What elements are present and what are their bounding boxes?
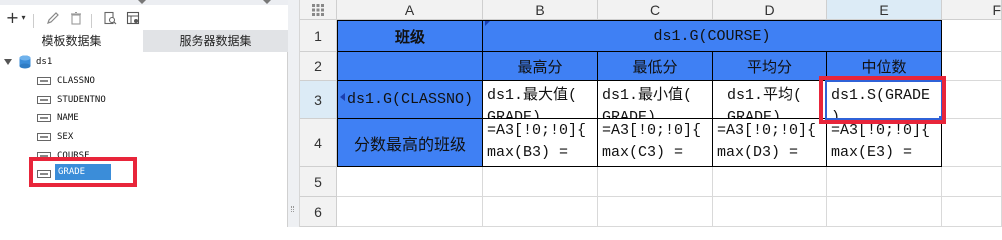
- cell-a1[interactable]: 班级: [338, 21, 483, 52]
- database-icon: [19, 55, 31, 69]
- select-all-corner[interactable]: [300, 0, 337, 20]
- dataset-node-label[interactable]: ds1: [36, 54, 52, 70]
- field-item-classno[interactable]: CLASSNO: [57, 73, 95, 89]
- cell-f3[interactable]: [942, 81, 1002, 119]
- cell-b6[interactable]: [483, 197, 598, 227]
- field-icon: [37, 114, 51, 122]
- cell-f2[interactable]: [942, 52, 1002, 81]
- cell-d5[interactable]: [713, 167, 827, 197]
- toolbar-divider: [91, 14, 92, 28]
- cell-f4[interactable]: [942, 119, 1002, 167]
- cell-b2[interactable]: 最高分: [483, 52, 598, 81]
- cell-a5[interactable]: [337, 167, 483, 197]
- tab-server-dataset[interactable]: 服务器数据集: [143, 30, 288, 52]
- grip-icon: [291, 206, 294, 212]
- column-header-e[interactable]: E: [827, 0, 942, 20]
- row-header-3[interactable]: 3: [300, 81, 337, 119]
- tab-template-dataset[interactable]: 模板数据集: [0, 30, 144, 52]
- collapse-arrow-icon[interactable]: [138, 0, 146, 4]
- cell-b4[interactable]: =A3[!0;!0]{ max(B3) =: [483, 119, 598, 167]
- cell-b5[interactable]: [483, 167, 598, 197]
- cell-c2[interactable]: 最低分: [598, 52, 713, 81]
- dataset-settings-icon[interactable]: [124, 9, 141, 26]
- expand-arrow-icon[interactable]: [4, 59, 12, 65]
- dataset-toolbar: + ▾: [0, 5, 288, 30]
- cell-f6[interactable]: [942, 197, 1002, 227]
- cell-f5[interactable]: [942, 167, 1002, 197]
- cell-d6[interactable]: [713, 197, 827, 227]
- row-header-5[interactable]: 5: [300, 167, 337, 197]
- dataset-panel: + ▾ 模板数据集 服务器数据集 ds1 CLASSNO STUDENTNO N…: [0, 0, 288, 227]
- cell-c4[interactable]: =A3[!0;!0]{ max(C3) =: [598, 119, 713, 167]
- cell-a6[interactable]: [337, 197, 483, 227]
- toolbar-divider: [33, 14, 34, 28]
- dataset-tabs: 模板数据集 服务器数据集: [0, 30, 288, 52]
- cell-a2[interactable]: [338, 52, 483, 81]
- field-item-studentno[interactable]: STUDENTNO: [57, 92, 106, 108]
- cell-d4[interactable]: =A3[!0;!0]{ max(D3) =: [713, 119, 827, 167]
- cell-e6[interactable]: [827, 197, 942, 227]
- column-header-f[interactable]: F: [942, 0, 1002, 20]
- chevron-down-icon[interactable]: ▾: [19, 9, 28, 26]
- row-header-4[interactable]: 4: [300, 119, 337, 167]
- cell-b1[interactable]: ds1.G(COURSE): [483, 21, 942, 52]
- cell-d2[interactable]: 平均分: [713, 52, 827, 81]
- field-item-sex[interactable]: SEX: [57, 129, 73, 145]
- highlight-box: [29, 157, 137, 187]
- collapse-arrow-icon[interactable]: [263, 0, 271, 4]
- field-icon: [37, 96, 51, 104]
- cell-f1[interactable]: [942, 20, 1002, 52]
- field-icon: [37, 77, 51, 85]
- row-header-2[interactable]: 2: [300, 52, 337, 81]
- row-header-1[interactable]: 1: [300, 20, 337, 52]
- cell-e5[interactable]: [827, 167, 942, 197]
- delete-icon[interactable]: [67, 9, 84, 26]
- cell-b3[interactable]: ds1.最大值( GRADE): [483, 81, 598, 119]
- field-item-name[interactable]: NAME: [57, 110, 79, 126]
- field-icon: [37, 133, 51, 141]
- cell-e4[interactable]: =A3[!0;!0]{ max(E3) =: [827, 119, 942, 167]
- cell-c5[interactable]: [598, 167, 713, 197]
- cell-a4[interactable]: 分数最高的班级: [338, 119, 483, 167]
- column-header-b[interactable]: B: [483, 0, 598, 20]
- column-header-c[interactable]: C: [598, 0, 713, 20]
- column-header-d[interactable]: D: [713, 0, 827, 20]
- edit-icon[interactable]: [44, 9, 61, 26]
- cell-c6[interactable]: [598, 197, 713, 227]
- highlight-box: [819, 76, 946, 124]
- spreadsheet: A B C D E F 1 2 3 4 5 6 班级 ds1.G(COURSE)…: [300, 0, 1002, 227]
- cell-a3[interactable]: ds1.G(CLASSNO): [338, 81, 483, 119]
- cell-c3[interactable]: ds1.最小值( GRADE): [598, 81, 713, 119]
- preview-icon[interactable]: [101, 9, 118, 26]
- column-header-a[interactable]: A: [337, 0, 483, 20]
- cell-d3[interactable]: ds1.平均( GRADE): [713, 81, 827, 119]
- panel-splitter[interactable]: [288, 0, 300, 227]
- cell-marker-icon: [485, 21, 490, 26]
- expand-marker-icon: [340, 93, 345, 101]
- row-header-6[interactable]: 6: [300, 197, 337, 227]
